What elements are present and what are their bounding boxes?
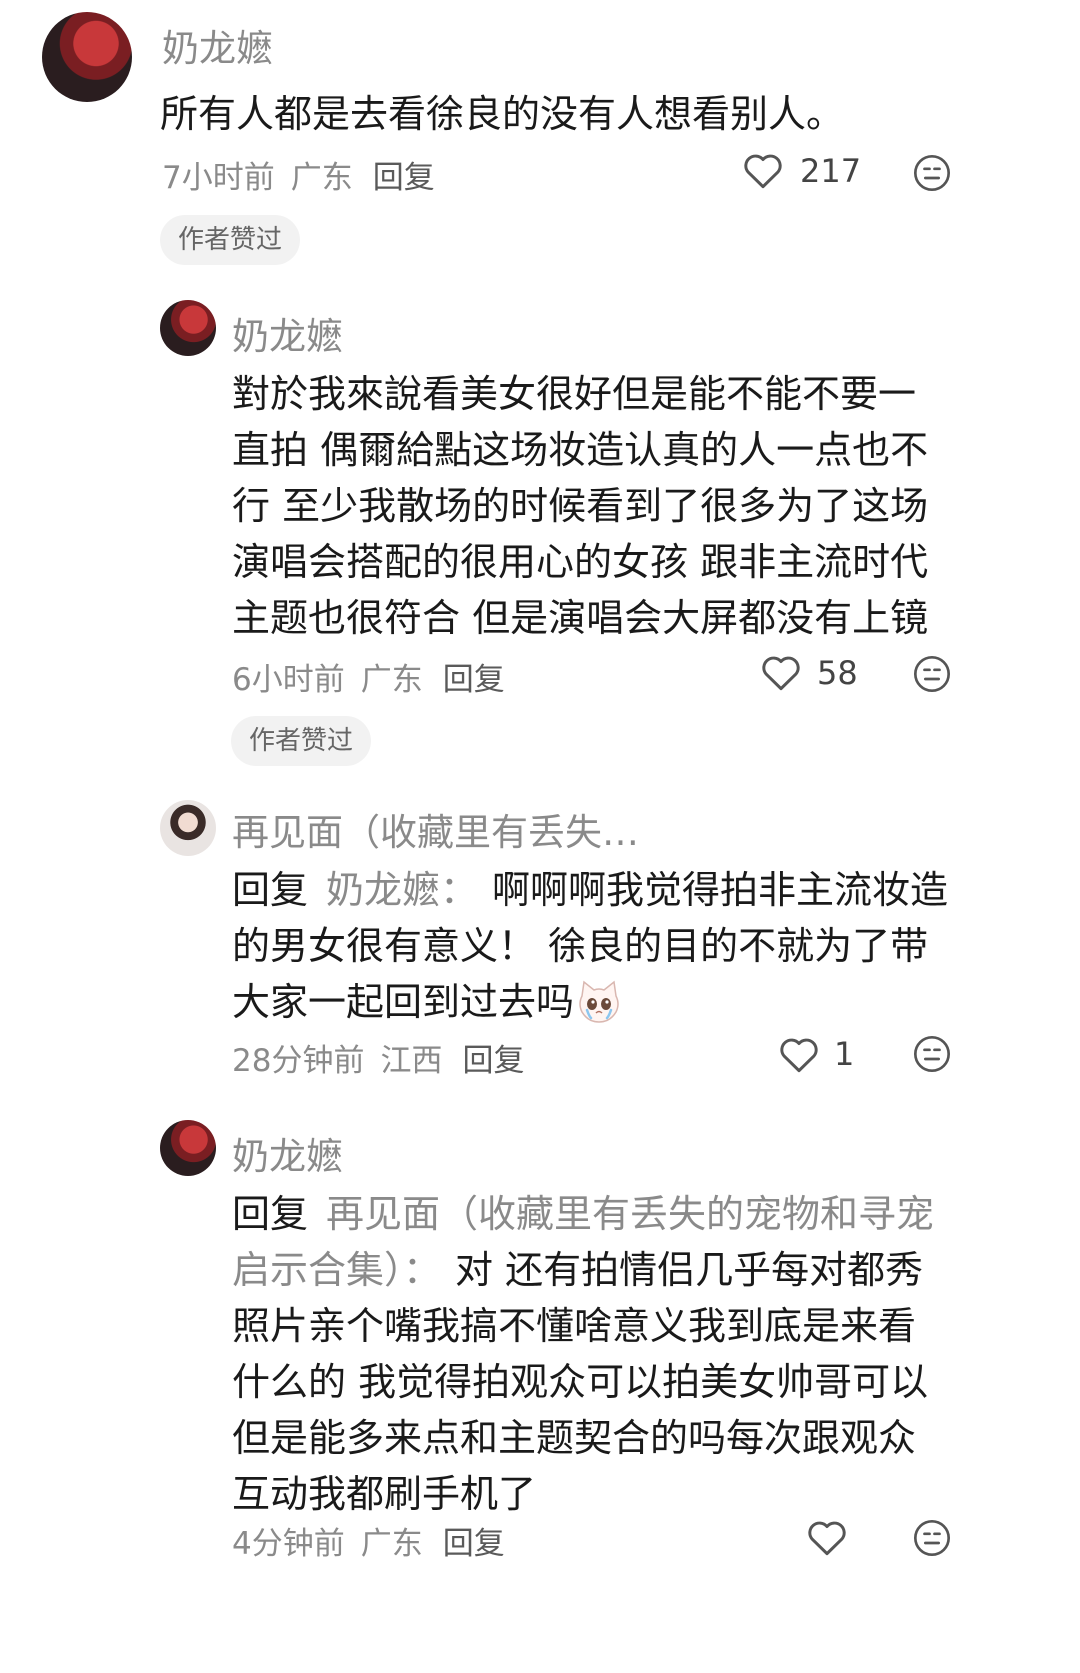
text-line: 演唱会搭配的很用心的女孩 跟非主流时代: [232, 540, 929, 584]
reply-word: 回复: [232, 868, 309, 912]
timestamp: 7小时前: [162, 160, 275, 196]
like-button[interactable]: [742, 150, 784, 190]
react-button[interactable]: [912, 654, 952, 694]
timestamp: 4分钟前: [232, 1526, 345, 1562]
text-line: 對於我來說看美女很好但是能不能不要一: [232, 372, 917, 416]
reply-button[interactable]: 回复: [443, 1526, 505, 1562]
text-line: 互动我都刷手机了: [232, 1472, 537, 1516]
text-line: 照片亲个嘴我搞不懂啥意义我到底是来看: [232, 1304, 917, 1348]
text-fragment: 啊啊啊我觉得拍非主流妆造: [492, 868, 949, 912]
location: 江西: [380, 1043, 443, 1079]
comment-text: 回复 奶龙嬷： 啊啊啊我觉得拍非主流妆造 的男女很有意义！ 徐良的目的不就为了带 大…: [232, 862, 948, 1030]
neutral-face-icon: [914, 656, 950, 692]
avatar[interactable]: [160, 1120, 216, 1176]
like-count: 58: [817, 654, 858, 692]
reply-button[interactable]: 回复: [443, 662, 505, 698]
text-line: 启示合集）： 对 还有拍情侣几乎每对都秀: [232, 1242, 934, 1298]
username[interactable]: 奶龙嬷: [232, 1126, 343, 1180]
avatar[interactable]: [160, 300, 216, 356]
reply-to-user[interactable]: 启示合集）：: [232, 1248, 441, 1292]
comment-meta: 6小时前 广东 回复: [232, 654, 521, 699]
heart-outline-icon: [808, 1521, 846, 1556]
avatar[interactable]: [42, 12, 132, 102]
react-button[interactable]: [912, 1034, 952, 1074]
neutral-face-icon: [914, 1036, 950, 1072]
comment-text: 對於我來說看美女很好但是能不能不要一 直拍 偶爾給點这场妆造认真的人一点也不 行…: [232, 366, 928, 646]
reply-button[interactable]: 回复: [462, 1043, 524, 1079]
like-count: 217: [800, 152, 862, 190]
timestamp: 6小时前: [232, 662, 345, 698]
timestamp: 28分钟前: [232, 1043, 365, 1079]
location: 广东: [290, 160, 353, 196]
heart-outline-icon: [780, 1038, 818, 1073]
crying-cat-emoji: [579, 980, 619, 1023]
reply-to-user[interactable]: 再见面（收藏里有丢失的宠物和寻宠: [326, 1192, 934, 1236]
reply-to-user[interactable]: 奶龙嬷：: [326, 868, 478, 912]
comment-meta: 4分钟前 广东 回复: [232, 1518, 521, 1563]
like-button[interactable]: [760, 652, 802, 692]
avatar[interactable]: [160, 800, 216, 856]
comment-meta: 7小时前 广东 回复: [162, 152, 451, 197]
react-button[interactable]: [912, 1518, 952, 1558]
author-liked-badge: 作者赞过: [160, 215, 301, 265]
like-button[interactable]: [778, 1034, 820, 1074]
like-button[interactable]: [806, 1517, 848, 1557]
like-count: 1: [834, 1035, 855, 1073]
text-line: 回复 奶龙嬷： 啊啊啊我觉得拍非主流妆造: [232, 862, 948, 918]
username[interactable]: 奶龙嬷: [232, 306, 343, 360]
author-liked-badge: 作者赞过: [231, 716, 372, 766]
username[interactable]: 再见面（收藏里有丢失…: [232, 802, 639, 856]
heart-outline-icon: [762, 656, 800, 691]
heart-outline-icon: [744, 154, 782, 189]
neutral-face-icon: [914, 1520, 950, 1556]
comment-meta: 28分钟前 江西 回复: [232, 1035, 540, 1080]
comment-text: 回复 再见面（收藏里有丢失的宠物和寻宠 启示合集）： 对 还有拍情侣几乎每对都秀 照…: [232, 1186, 934, 1522]
text-line: 什么的 我觉得拍观众可以拍美女帅哥可以: [232, 1360, 929, 1404]
text-line: 行 至少我散场的时候看到了很多为了这场: [232, 484, 929, 528]
text-line: 的男女很有意义！ 徐良的目的不就为了带: [232, 924, 929, 968]
comment-text: 所有人都是去看徐良的没有人想看别人。: [160, 92, 845, 136]
text-line: 大家一起回到过去吗: [232, 974, 948, 1030]
text-fragment: 对 还有拍情侣几乎每对都秀: [455, 1248, 924, 1292]
text-line: 回复 再见面（收藏里有丢失的宠物和寻宠: [232, 1186, 934, 1242]
reply-word: 回复: [232, 1192, 309, 1236]
text-line: 但是能多来点和主题契合的吗每次跟观众: [232, 1416, 917, 1460]
text-fragment: 大家一起回到过去吗: [232, 980, 575, 1024]
reply-button[interactable]: 回复: [373, 160, 435, 196]
location: 广东: [360, 662, 423, 698]
react-button[interactable]: [912, 153, 952, 193]
location: 广东: [360, 1526, 423, 1562]
username[interactable]: 奶龙嬷: [162, 18, 273, 72]
text-line: 主题也很符合 但是演唱会大屏都没有上镜: [232, 596, 929, 640]
text-line: 直拍 偶爾給點这场妆造认真的人一点也不: [232, 428, 929, 472]
neutral-face-icon: [914, 155, 950, 191]
